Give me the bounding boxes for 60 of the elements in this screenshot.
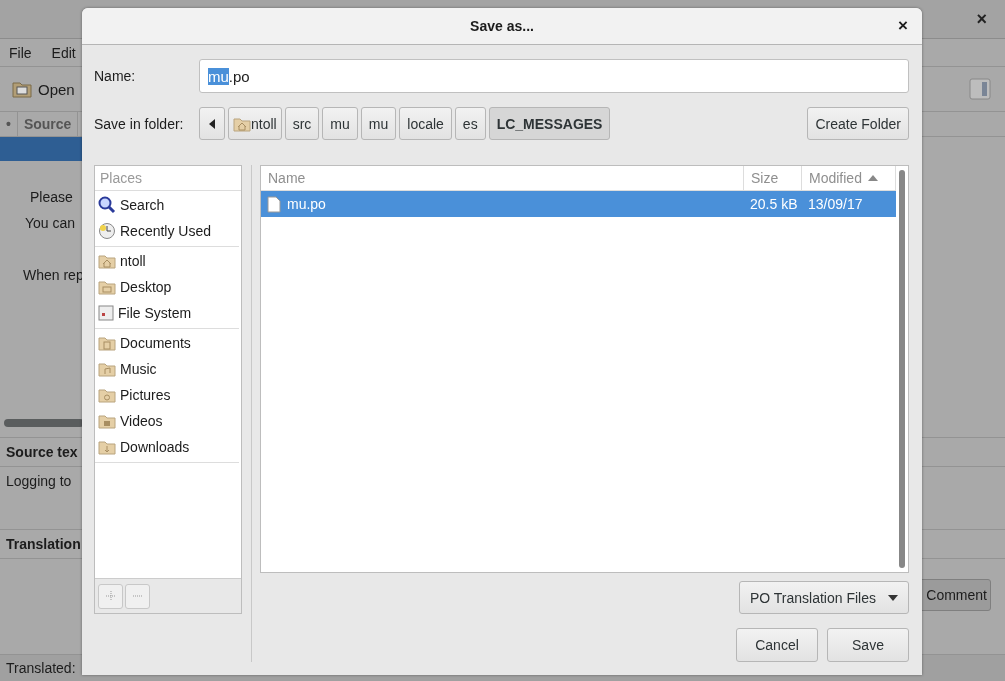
path-button[interactable]: LC_MESSAGES: [488, 107, 611, 140]
name-field[interactable]: mu.po: [199, 59, 909, 93]
drive-icon: [98, 305, 114, 321]
path-button[interactable]: es: [454, 107, 486, 140]
scrollbar[interactable]: [899, 170, 905, 568]
source-text: Logging to: [6, 473, 72, 489]
file-icon: [267, 195, 281, 213]
place-item[interactable]: Search: [95, 192, 239, 218]
place-item[interactable]: Downloads: [95, 434, 239, 460]
section-heading: Source tex: [6, 444, 78, 460]
place-item[interactable]: Recently Used: [95, 218, 239, 244]
menu-item[interactable]: File: [9, 44, 32, 61]
dialog-button[interactable]: Cancel: [736, 628, 818, 662]
path-button[interactable]: ntoll: [228, 107, 282, 140]
places-heading: Places: [100, 170, 143, 186]
column-header: •: [0, 112, 18, 136]
path-button[interactable]: locale: [399, 107, 452, 140]
home-folder-icon: [98, 253, 116, 269]
close-icon[interactable]: ×: [898, 16, 908, 36]
place-item[interactable]: Documents: [95, 330, 239, 356]
folder-icon: [98, 279, 116, 295]
left-arrow-icon: [209, 118, 215, 129]
close-icon[interactable]: ×: [976, 8, 987, 30]
message-text: Please: [29, 189, 73, 205]
toggle-icon[interactable]: [969, 78, 991, 100]
search-icon: [98, 196, 116, 214]
column-header: Source: [17, 112, 79, 136]
dialog-title: Save as...: [470, 18, 534, 34]
folder-icon: [12, 79, 32, 99]
folder-icon: [98, 413, 116, 429]
home-folder-icon: [233, 115, 251, 132]
place-item[interactable]: ntoll: [95, 248, 239, 274]
create-folder-button[interactable]: Create Folder: [807, 107, 909, 140]
plus-icon: [104, 590, 117, 602]
message-text: You can: [24, 215, 76, 231]
path-button[interactable]: src: [284, 107, 320, 140]
path-button[interactable]: mu: [322, 107, 358, 140]
name-label: Name:: [94, 68, 137, 84]
selected-row[interactable]: [0, 137, 82, 161]
open-button[interactable]: Open: [12, 79, 75, 99]
caret-icon: [888, 594, 898, 601]
back-button[interactable]: [199, 107, 225, 140]
place-item[interactable]: Videos: [95, 408, 239, 434]
place-item[interactable]: File System: [95, 300, 239, 326]
status-text: Translated:: [6, 660, 76, 676]
folder-icon: [98, 361, 116, 377]
file-type-dropdown[interactable]: PO Translation Files: [738, 581, 909, 614]
section-heading: Translation: [6, 536, 81, 552]
folder-icon: [98, 387, 116, 403]
dialog-button[interactable]: Save: [827, 628, 909, 662]
menu-item[interactable]: Edit: [51, 44, 76, 61]
clock-icon: [98, 222, 116, 240]
folder-icon: [98, 335, 116, 351]
folder-label: Save in folder:: [94, 115, 185, 132]
folder-icon: [98, 439, 116, 455]
place-item[interactable]: Pictures: [95, 382, 239, 408]
place-item[interactable]: Music: [95, 356, 239, 382]
path-button[interactable]: mu: [360, 107, 397, 140]
place-item[interactable]: Desktop: [95, 274, 239, 300]
scrollbar[interactable]: [4, 419, 84, 427]
